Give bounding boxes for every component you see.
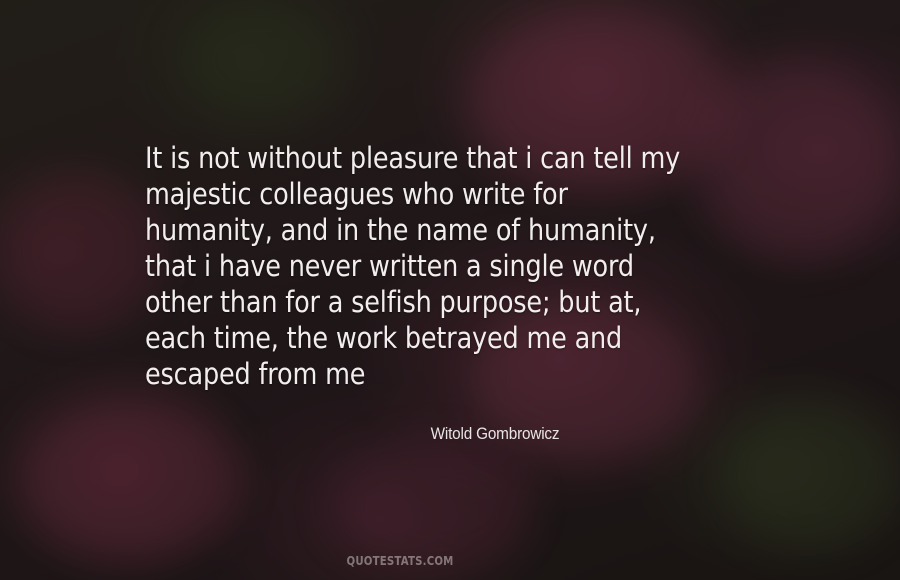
- quote-text: It is not without pleasure that i can te…: [145, 140, 761, 392]
- quote-line: each time, the work betrayed me and: [145, 321, 623, 355]
- quote-line: that i have never written a single word: [145, 249, 634, 283]
- quote-author: Witold Gombrowicz: [430, 424, 560, 443]
- quote-line: escaped from me: [145, 357, 366, 391]
- quote-line: humanity, and in the name of humanity,: [145, 213, 656, 247]
- quote-image: It is not without pleasure that i can te…: [0, 0, 900, 580]
- quote-line: majestic colleagues who write for: [145, 177, 568, 211]
- quote-line: It is not without pleasure that i can te…: [145, 141, 681, 175]
- quote-line: other than for a selfish purpose; but at…: [145, 285, 642, 319]
- site-watermark: QUOTESTATS.COM: [346, 554, 454, 568]
